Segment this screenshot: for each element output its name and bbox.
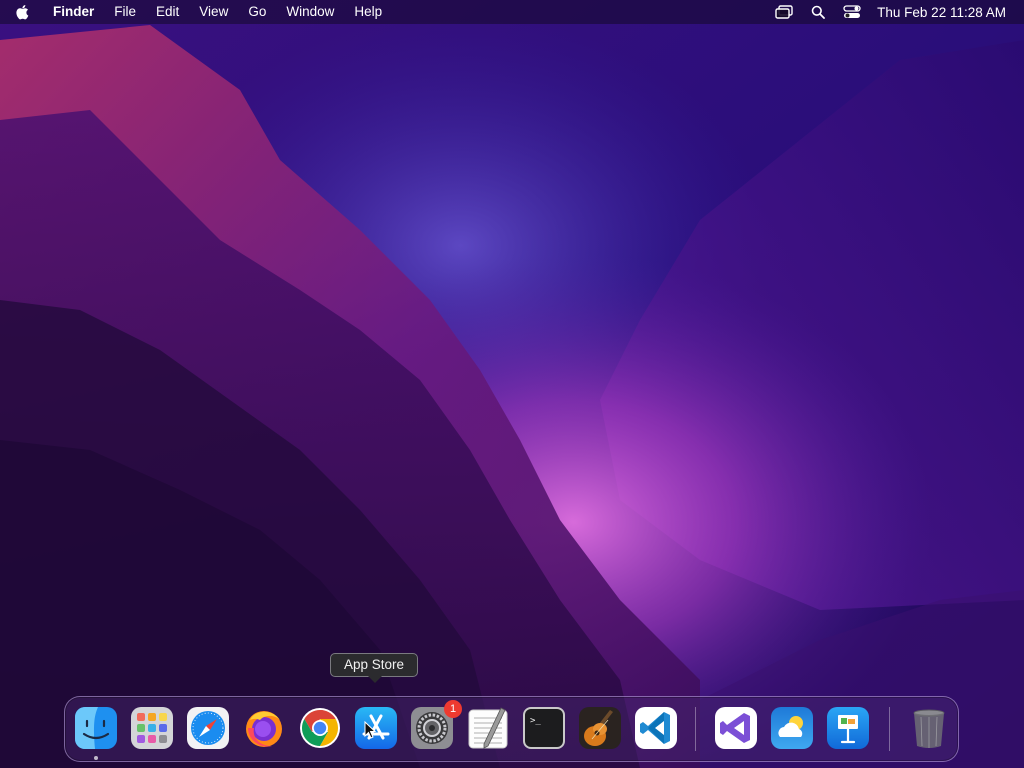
dock: 1 >_ (64, 696, 959, 762)
firefox-icon (246, 711, 282, 747)
dock-item-chrome[interactable] (298, 706, 342, 750)
app-store-icon (355, 707, 397, 749)
textedit-icon (468, 707, 508, 749)
chrome-icon (300, 708, 340, 748)
mouse-cursor-icon (364, 720, 377, 739)
safari-icon (187, 707, 229, 749)
dock-item-visual-studio[interactable] (714, 706, 758, 750)
control-center-icon[interactable] (835, 0, 869, 24)
screen-mirroring-icon[interactable] (767, 0, 801, 24)
dock-item-keynote[interactable] (826, 706, 870, 750)
svg-text:>_: >_ (530, 716, 541, 726)
running-indicator (94, 756, 98, 760)
apple-logo-icon[interactable] (0, 0, 44, 24)
menu-window[interactable]: Window (276, 0, 344, 24)
desktop-wallpaper (0, 0, 1024, 768)
menu-edit[interactable]: Edit (146, 0, 189, 24)
menu-help[interactable]: Help (344, 0, 392, 24)
dock-item-firefox[interactable] (242, 706, 286, 750)
dock-item-garageband[interactable] (578, 706, 622, 750)
dock-tooltip-arrow (368, 676, 382, 683)
dock-item-launchpad[interactable] (130, 706, 174, 750)
weather-icon (771, 707, 813, 749)
menu-file[interactable]: File (104, 0, 146, 24)
menu-app-name[interactable]: Finder (44, 0, 104, 24)
dock-tooltip: App Store (330, 653, 418, 677)
notification-badge: 1 (444, 700, 462, 718)
dock-item-finder[interactable] (74, 706, 118, 750)
dock-item-weather[interactable] (770, 706, 814, 750)
visual-studio-icon (715, 707, 757, 749)
menu-go[interactable]: Go (238, 0, 276, 24)
dock-item-vscode[interactable] (634, 706, 678, 750)
dock-separator (695, 707, 696, 751)
menu-bar-clock[interactable]: Thu Feb 22 11:28 AM (869, 5, 1006, 20)
garageband-icon (579, 707, 621, 749)
keynote-icon (827, 707, 869, 749)
launchpad-icon (131, 707, 173, 749)
menu-view[interactable]: View (189, 0, 238, 24)
menu-bar: Finder File Edit View Go Window Help Thu… (0, 0, 1024, 24)
dock-item-app-store[interactable] (354, 706, 398, 750)
trash-icon (913, 709, 945, 748)
dock-item-terminal[interactable]: >_ (522, 706, 566, 750)
dock-separator (889, 707, 890, 751)
terminal-icon: >_ (523, 707, 565, 749)
finder-icon (75, 707, 117, 749)
vscode-icon (635, 707, 677, 749)
dock-item-textedit[interactable] (466, 706, 510, 750)
dock-item-system-settings[interactable]: 1 (410, 700, 462, 750)
spotlight-search-icon[interactable] (801, 0, 835, 24)
dock-item-trash[interactable] (907, 706, 951, 750)
dock-item-safari[interactable] (186, 706, 230, 750)
